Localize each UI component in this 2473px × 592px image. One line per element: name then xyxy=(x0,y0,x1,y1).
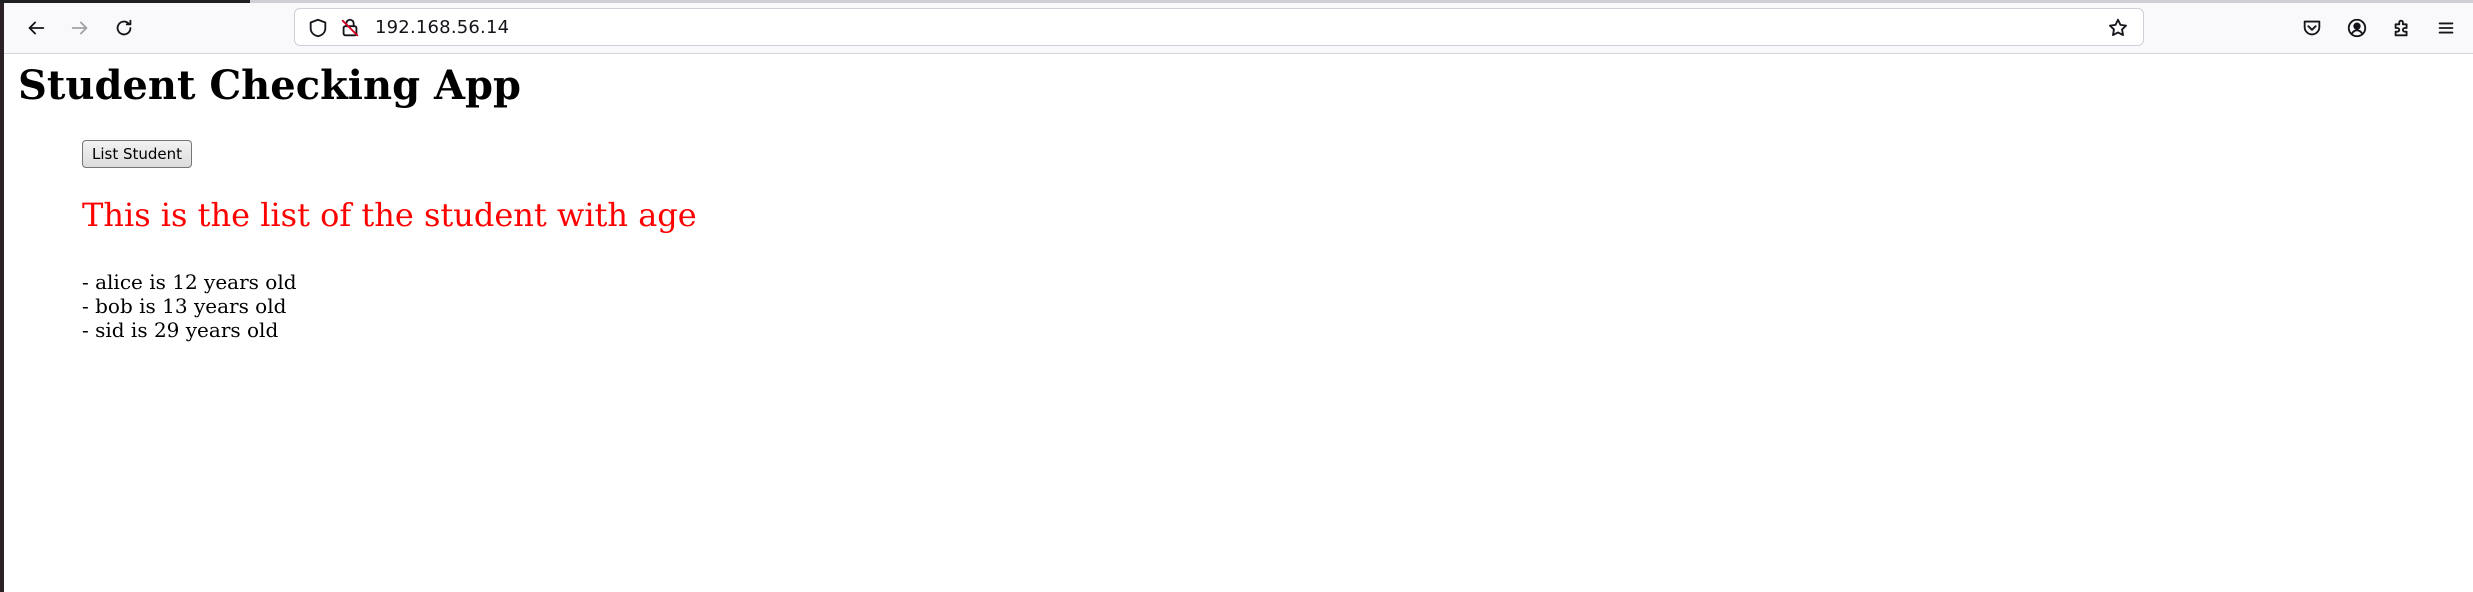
list-student-button[interactable]: List Student xyxy=(82,140,193,168)
url-bar[interactable]: 192.168.56.14 xyxy=(294,8,2144,46)
back-button[interactable] xyxy=(18,10,54,46)
reload-button[interactable] xyxy=(106,10,142,46)
reload-icon xyxy=(116,19,132,36)
url-text[interactable]: 192.168.56.14 xyxy=(375,17,509,38)
shield-icon[interactable] xyxy=(307,17,329,39)
browser-toolbar: 192.168.56.14 xyxy=(4,3,2473,54)
star-icon[interactable] xyxy=(2107,17,2129,39)
list-item: - alice is 12 years old xyxy=(82,270,297,294)
page-title: Student Checking App xyxy=(18,62,521,109)
account-icon xyxy=(2347,18,2367,38)
pocket-button[interactable] xyxy=(2294,10,2330,46)
menu-button[interactable] xyxy=(2428,10,2464,46)
pocket-icon xyxy=(2303,20,2321,36)
account-button[interactable] xyxy=(2339,10,2375,46)
list-heading: This is the list of the student with age xyxy=(82,196,697,234)
extensions-button[interactable] xyxy=(2384,10,2420,46)
back-arrow-icon xyxy=(28,21,45,35)
student-list: - alice is 12 years old - bob is 13 year… xyxy=(82,270,297,342)
forward-arrow-icon xyxy=(71,21,88,35)
insecure-lock-icon[interactable] xyxy=(339,17,361,39)
hamburger-menu-icon xyxy=(2438,22,2454,34)
page-content: Student Checking App List Student This i… xyxy=(4,54,2473,592)
forward-button[interactable] xyxy=(62,10,98,46)
list-item: - bob is 13 years old xyxy=(82,294,287,318)
list-item: - sid is 29 years old xyxy=(82,318,279,342)
extensions-icon xyxy=(2394,19,2408,37)
